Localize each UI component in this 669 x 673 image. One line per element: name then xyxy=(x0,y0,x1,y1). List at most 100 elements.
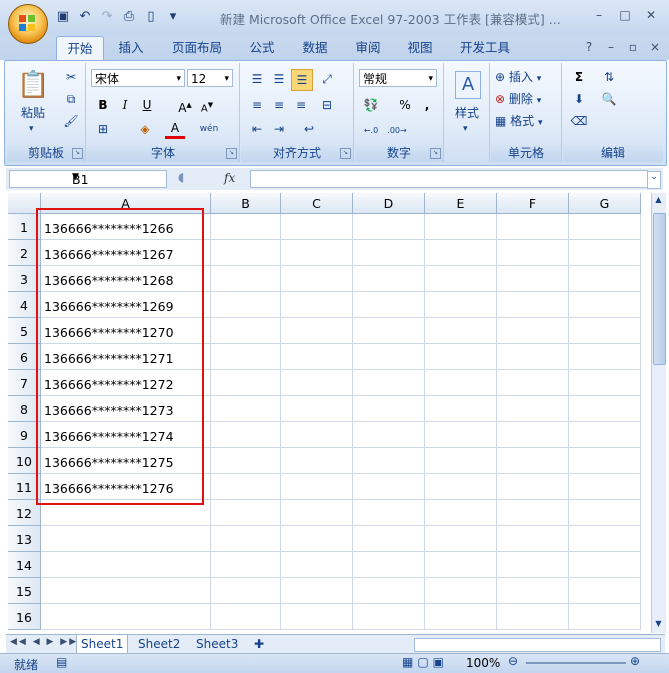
align-top-icon[interactable]: ☰ xyxy=(247,69,267,89)
cell[interactable] xyxy=(211,396,281,422)
vertical-scrollbar[interactable]: ▲ ▼ xyxy=(651,193,666,633)
cell[interactable] xyxy=(281,292,353,318)
cell[interactable] xyxy=(41,552,211,578)
autosum-button[interactable]: Σ xyxy=(569,67,589,87)
tab-view[interactable]: 视图 xyxy=(398,36,442,60)
cell[interactable] xyxy=(425,604,497,630)
cell[interactable] xyxy=(425,396,497,422)
cell[interactable] xyxy=(353,266,425,292)
percent-button[interactable]: % xyxy=(395,95,415,115)
cell[interactable] xyxy=(353,292,425,318)
italic-button[interactable]: I xyxy=(115,95,135,115)
cell[interactable] xyxy=(281,396,353,422)
cell[interactable] xyxy=(497,396,569,422)
clear-icon[interactable]: ⌫ xyxy=(569,111,589,131)
tab-insert[interactable]: 插入 xyxy=(108,36,154,60)
cell[interactable] xyxy=(281,526,353,552)
cell[interactable] xyxy=(569,370,641,396)
column-header-b[interactable]: B xyxy=(211,193,281,214)
cell[interactable] xyxy=(497,240,569,266)
cell[interactable] xyxy=(281,240,353,266)
font-launcher-icon[interactable]: ↘ xyxy=(226,148,237,159)
cell[interactable] xyxy=(497,292,569,318)
currency-icon[interactable]: 💱 xyxy=(361,95,381,115)
fill-color-icon[interactable]: ◈ xyxy=(135,119,155,139)
alignment-launcher-icon[interactable]: ↘ xyxy=(340,148,351,159)
undo-icon[interactable]: ↶ xyxy=(76,8,94,26)
cell[interactable] xyxy=(211,266,281,292)
cut-icon[interactable]: ✂ xyxy=(61,67,81,87)
cell[interactable] xyxy=(211,526,281,552)
wrap-text-icon[interactable]: ↩ xyxy=(299,119,319,139)
cell[interactable] xyxy=(353,526,425,552)
zoom-out-icon[interactable]: ⊖ xyxy=(508,654,518,668)
name-box[interactable]: B1 ▼ xyxy=(9,170,167,188)
font-size-combo[interactable]: 12 ▾ xyxy=(187,69,233,87)
column-header-d[interactable]: D xyxy=(353,193,425,214)
zoom-in-icon[interactable]: ⊕ xyxy=(630,654,640,668)
scroll-up-icon[interactable]: ▲ xyxy=(653,195,664,207)
customize-qat-icon[interactable]: ▾ xyxy=(164,8,182,26)
cell[interactable] xyxy=(497,604,569,630)
merge-center-icon[interactable]: ⊟ xyxy=(317,95,337,115)
cell[interactable] xyxy=(497,578,569,604)
save-icon[interactable]: ▣ xyxy=(54,8,72,26)
tab-review[interactable]: 审阅 xyxy=(346,36,390,60)
styles-dropdown-icon[interactable]: ▾ xyxy=(463,119,468,139)
cell[interactable] xyxy=(281,578,353,604)
formula-expand-icon[interactable]: ◖ xyxy=(178,170,184,184)
align-right-icon[interactable]: ≡ xyxy=(291,95,311,115)
copy-icon[interactable]: ⧉ xyxy=(61,89,81,109)
cell[interactable] xyxy=(497,552,569,578)
row-header[interactable]: 14 xyxy=(8,552,41,578)
cell[interactable] xyxy=(281,552,353,578)
row-header[interactable]: 15 xyxy=(8,578,41,604)
cell[interactable] xyxy=(425,214,497,240)
orientation-icon[interactable]: ⤢ xyxy=(317,69,337,89)
styles-icon[interactable]: A xyxy=(455,71,481,99)
cell[interactable] xyxy=(497,266,569,292)
insert-cells-button[interactable]: ⊕ 插入 ▾ xyxy=(495,67,541,87)
cell[interactable] xyxy=(425,578,497,604)
cell[interactable] xyxy=(353,396,425,422)
cell[interactable] xyxy=(497,344,569,370)
insert-sheet-icon[interactable]: ✚ xyxy=(250,635,268,653)
cell[interactable] xyxy=(425,422,497,448)
align-center-icon[interactable]: ≡ xyxy=(269,95,289,115)
help-icon[interactable]: ? xyxy=(581,40,597,54)
column-header-c[interactable]: C xyxy=(281,193,353,214)
cell[interactable] xyxy=(281,344,353,370)
ribbon-close-icon[interactable]: × xyxy=(647,40,663,54)
cell[interactable] xyxy=(425,552,497,578)
cell[interactable] xyxy=(211,318,281,344)
cell[interactable] xyxy=(425,266,497,292)
cell[interactable] xyxy=(211,422,281,448)
cell[interactable] xyxy=(569,266,641,292)
fill-icon[interactable]: ⬇ xyxy=(569,89,589,109)
find-select-icon[interactable]: 🔍 xyxy=(599,89,619,109)
cell[interactable] xyxy=(425,370,497,396)
increase-indent-icon[interactable]: ⇥ xyxy=(269,119,289,139)
cell[interactable] xyxy=(281,214,353,240)
decrease-decimal-icon[interactable]: .00→ xyxy=(387,121,407,141)
shrink-font-icon[interactable]: A▼ xyxy=(197,95,217,115)
font-color-icon[interactable]: A xyxy=(165,119,185,139)
align-bottom-icon[interactable]: ☰ xyxy=(291,69,313,91)
tab-data[interactable]: 数据 xyxy=(293,36,337,60)
cell[interactable] xyxy=(281,318,353,344)
cell[interactable] xyxy=(281,500,353,526)
cell[interactable] xyxy=(425,474,497,500)
maximize-icon[interactable]: □ xyxy=(613,6,637,24)
cell[interactable] xyxy=(211,500,281,526)
clipboard-launcher-icon[interactable]: ↘ xyxy=(72,148,83,159)
new-file-icon[interactable]: ▯ xyxy=(142,8,160,26)
cell[interactable] xyxy=(425,344,497,370)
cell[interactable] xyxy=(353,474,425,500)
cell[interactable] xyxy=(353,552,425,578)
cell[interactable] xyxy=(281,422,353,448)
cell[interactable] xyxy=(497,318,569,344)
cell[interactable] xyxy=(425,240,497,266)
tab-developer[interactable]: 开发工具 xyxy=(452,36,518,60)
align-middle-icon[interactable]: ☰ xyxy=(269,69,289,89)
paste-icon[interactable]: 📋 xyxy=(17,69,49,101)
